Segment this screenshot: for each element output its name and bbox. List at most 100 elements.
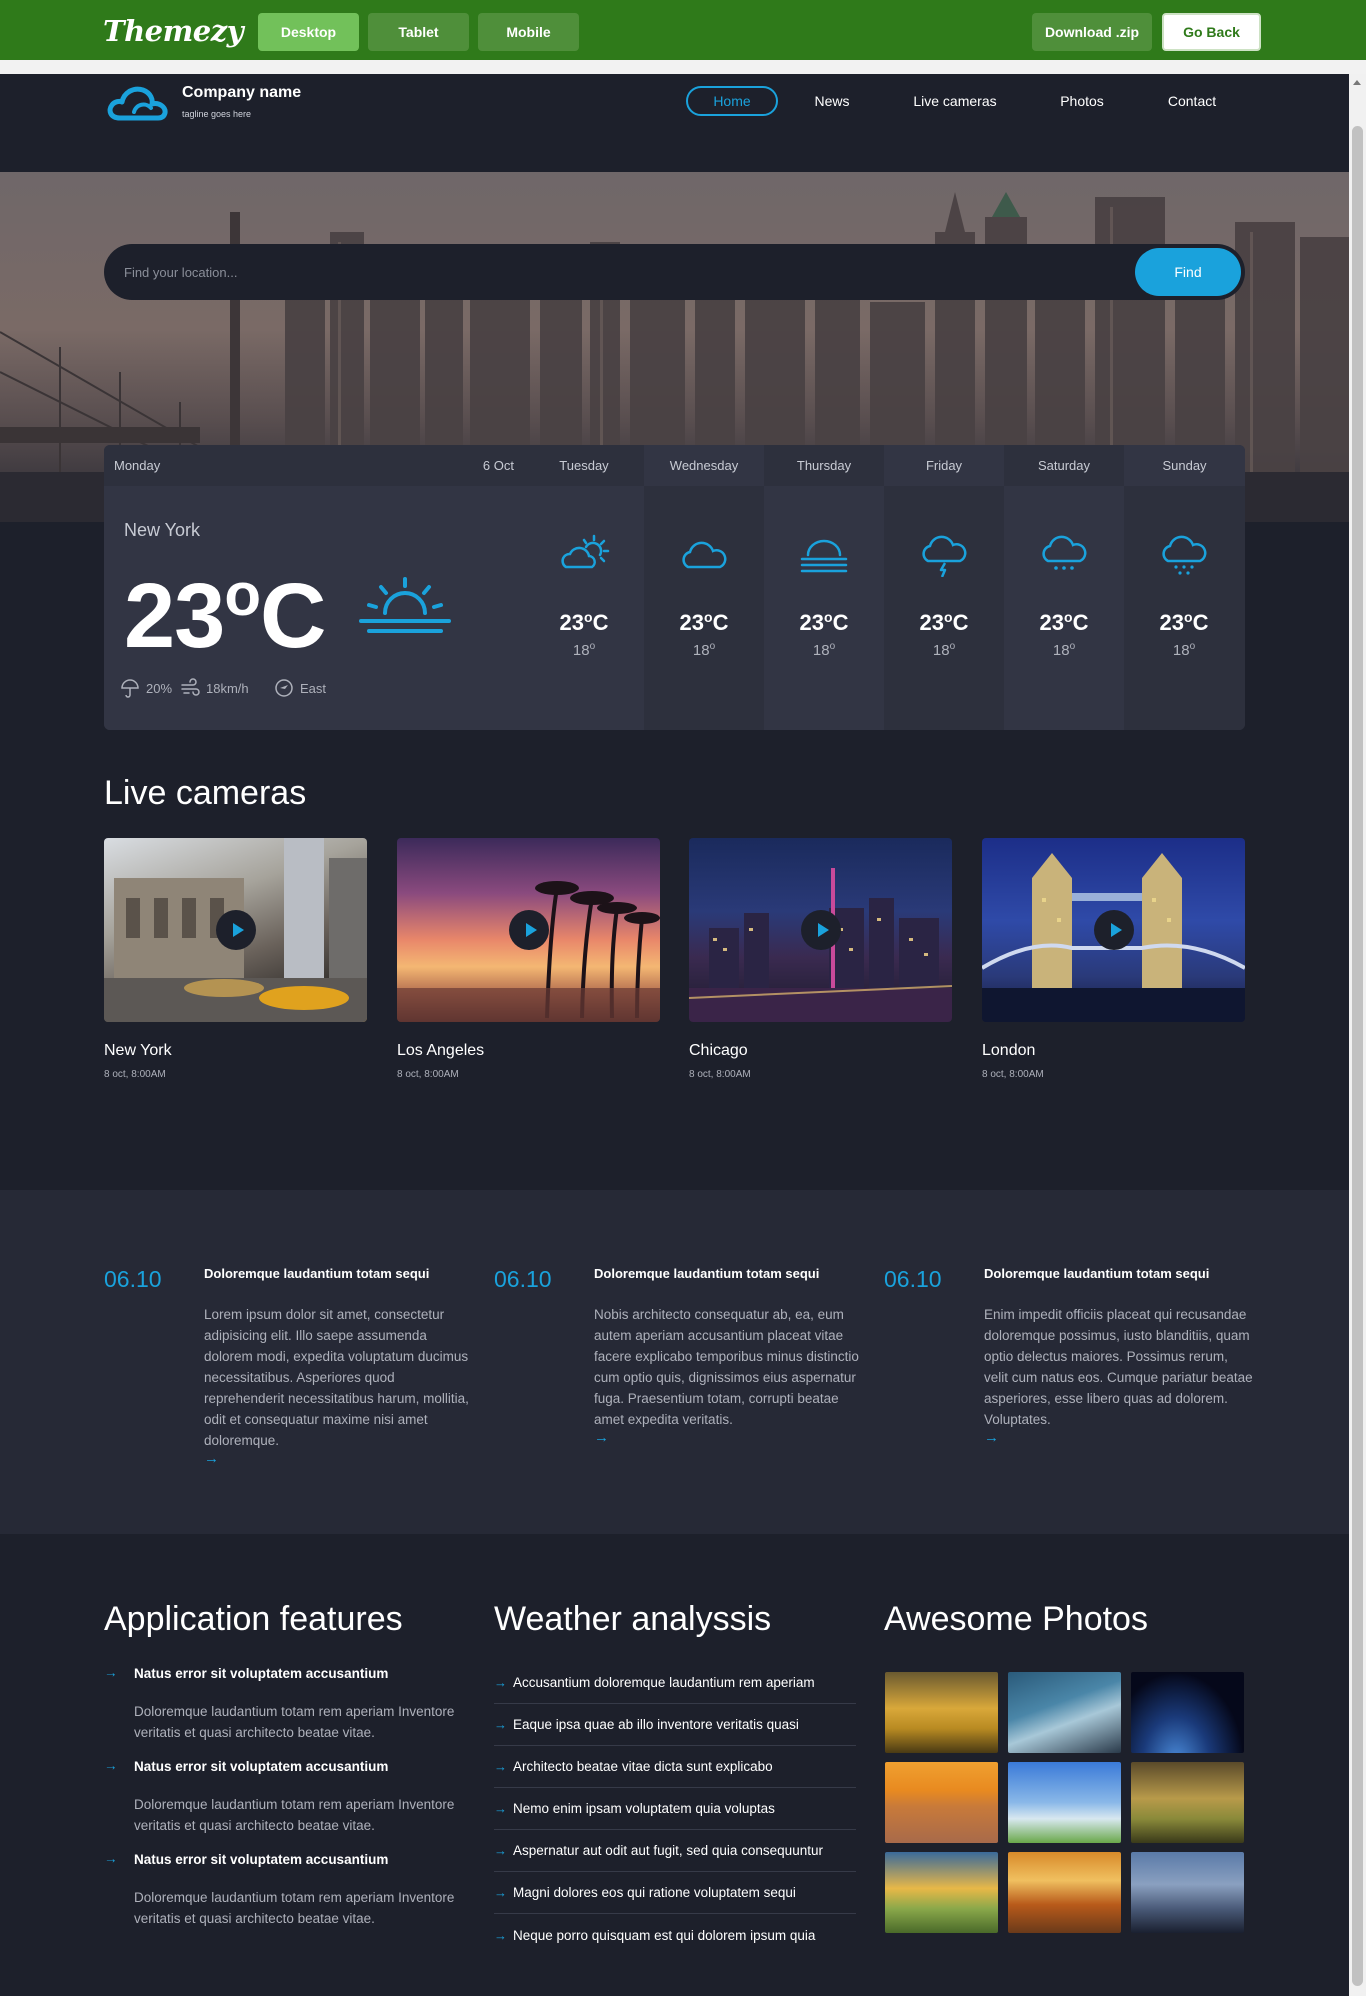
nav-live-cameras[interactable]: Live cameras [898,86,1012,116]
day-name: Thursday [764,445,884,486]
read-more-arrow-icon[interactable]: → [984,1429,999,1446]
wind-value: 18km/h [206,680,249,696]
today-header: Monday 6 Oct [104,445,524,486]
camera-card[interactable]: Chicago 8 oct, 8:00AM [689,838,952,1080]
news-body: Nobis architecto consequatur ab, ea, eum… [594,1307,859,1427]
find-button[interactable]: Find [1135,248,1241,296]
photo-thumbnail[interactable] [885,1762,998,1843]
camera-thumbnail[interactable] [104,838,367,1022]
camera-city[interactable]: Los Angeles [397,1042,660,1060]
tablet-button[interactable]: Tablet [368,13,469,51]
play-icon[interactable] [801,910,841,950]
camera-card[interactable]: Los Angeles 8 oct, 8:00AM [397,838,660,1080]
forecast-day: Wednesday 23oC 18o [644,445,764,730]
feature-description: Doloremque laudantium totam rem aperiam … [134,1797,455,1833]
direction-value: East [300,680,327,696]
today-date: 6 Oct [482,458,514,473]
camera-thumbnail[interactable] [689,838,952,1022]
camera-city[interactable]: Chicago [689,1042,952,1060]
company-name[interactable]: Company name [182,84,301,102]
day-temperature: 23oC [1039,609,1089,635]
photo-thumbnail[interactable] [1131,1852,1244,1933]
camera-thumbnail[interactable] [982,838,1245,1022]
photo-thumbnail[interactable] [1008,1762,1121,1843]
go-back-button[interactable]: Go Back [1162,13,1261,51]
analysis-link[interactable]: → Aspernatur aut odit aut fugit, sed quia… [494,1830,856,1872]
analysis-link[interactable]: → Accusantium doloremque laudantium rem a… [494,1662,856,1704]
day-name: Tuesday [524,445,644,486]
nav-contact[interactable]: Contact [1156,86,1228,116]
themezy-logo[interactable]: Themezy [103,14,244,48]
analysis-heading: Weather analyssis [494,1600,772,1638]
arrow-right-icon: → [494,1801,507,1816]
feature-title[interactable]: Natus error sit voluptatem accusantium [104,1665,474,1681]
news-body: Lorem ipsum dolor sit amet, consectetur … [204,1307,469,1448]
photo-thumbnail[interactable] [885,1852,998,1933]
direction-info: East [274,678,326,698]
forecast-location: New York [124,520,201,540]
photo-thumbnail[interactable] [1131,1672,1244,1753]
mobile-button[interactable]: Mobile [478,13,579,51]
analysis-link[interactable]: → Magni dolores eos qui ratione voluptate… [494,1872,856,1914]
features-heading: Application features [104,1600,403,1638]
camera-thumbnail[interactable] [397,838,660,1022]
analysis-link[interactable]: → Neque porro quisquam est qui dolorem ip… [494,1914,856,1956]
sunrise-icon [359,577,451,633]
day-low-temperature: 18o [1052,641,1076,659]
photo-thumbnail[interactable] [1008,1852,1121,1933]
nav-home[interactable]: Home [686,86,778,116]
analysis-link[interactable]: → Nemo enim ipsam voluptatem quia volupta… [494,1788,856,1830]
forecast-day: Sunday 23oC 18o [1124,445,1245,730]
photo-thumbnail[interactable] [1008,1672,1121,1753]
scrollbar-thumb[interactable] [1352,126,1363,1986]
nav-news[interactable]: News [800,86,864,116]
news-date: 06.10 [884,1266,942,1292]
analysis-link[interactable]: → Architecto beatae vitae dicta sunt expl… [494,1746,856,1788]
news-title[interactable]: Doloremque laudantium totam sequi [204,1266,464,1281]
thunder-icon [922,535,967,577]
arrow-right-icon: → [494,1843,507,1858]
camera-city[interactable]: New York [104,1042,367,1060]
demo-topbar: Themezy Desktop Tablet Mobile Download .… [0,0,1366,60]
camera-city[interactable]: London [982,1042,1245,1060]
play-icon[interactable] [1094,910,1134,950]
read-more-arrow-icon[interactable]: → [204,1450,219,1467]
arrow-right-icon: → [494,1717,507,1732]
news-title[interactable]: Doloremque laudantium totam sequi [594,1266,854,1281]
read-more-arrow-icon[interactable]: → [594,1429,609,1446]
humidity-info: 20% [120,678,172,698]
page-scrollbar[interactable] [1349,74,1366,1996]
photo-thumbnail[interactable] [1131,1762,1244,1843]
cloud-icon [682,541,727,569]
live-cameras-heading: Live cameras [104,774,307,812]
day-low-temperature: 18o [1172,641,1196,659]
topbar-separator [0,60,1366,74]
compass-icon [275,679,293,697]
feature-item: Natus error sit voluptatem accusantium D… [104,1665,474,1743]
feature-title[interactable]: Natus error sit voluptatem accusantium [104,1851,474,1867]
download-zip-button[interactable]: Download .zip [1032,13,1152,51]
news-title[interactable]: Doloremque laudantium totam sequi [984,1266,1244,1281]
snow-cloud-icon [1042,535,1087,570]
today-day-name: Monday [114,458,161,473]
forecast-day: Tuesday 23oC 18o [524,445,644,730]
camera-time: 8 oct, 8:00AM [982,1069,1044,1080]
play-icon[interactable] [216,910,256,950]
day-temperature: 23oC [799,609,849,635]
site-header: Company name tagline goes here Home News… [0,74,1349,172]
day-temperature: 23oC [1159,609,1209,635]
cloud-logo-icon[interactable] [104,82,170,124]
photo-thumbnail[interactable] [885,1672,998,1753]
analysis-link[interactable]: → Eaque ipsa quae ab illo inventore verit… [494,1704,856,1746]
location-search-input[interactable] [124,244,1124,300]
scroll-up-arrow[interactable] [1353,80,1361,85]
camera-card[interactable]: London 8 oct, 8:00AM [982,838,1245,1080]
desktop-button[interactable]: Desktop [258,13,359,51]
fog-icon [800,539,848,573]
feature-title[interactable]: Natus error sit voluptatem accusantium [104,1758,474,1774]
nav-photos[interactable]: Photos [1048,86,1116,116]
day-low-temperature: 18o [812,641,836,659]
camera-card[interactable]: New York 8 oct, 8:00AM [104,838,367,1080]
play-icon[interactable] [509,910,549,950]
news-date: 06.10 [494,1266,552,1292]
